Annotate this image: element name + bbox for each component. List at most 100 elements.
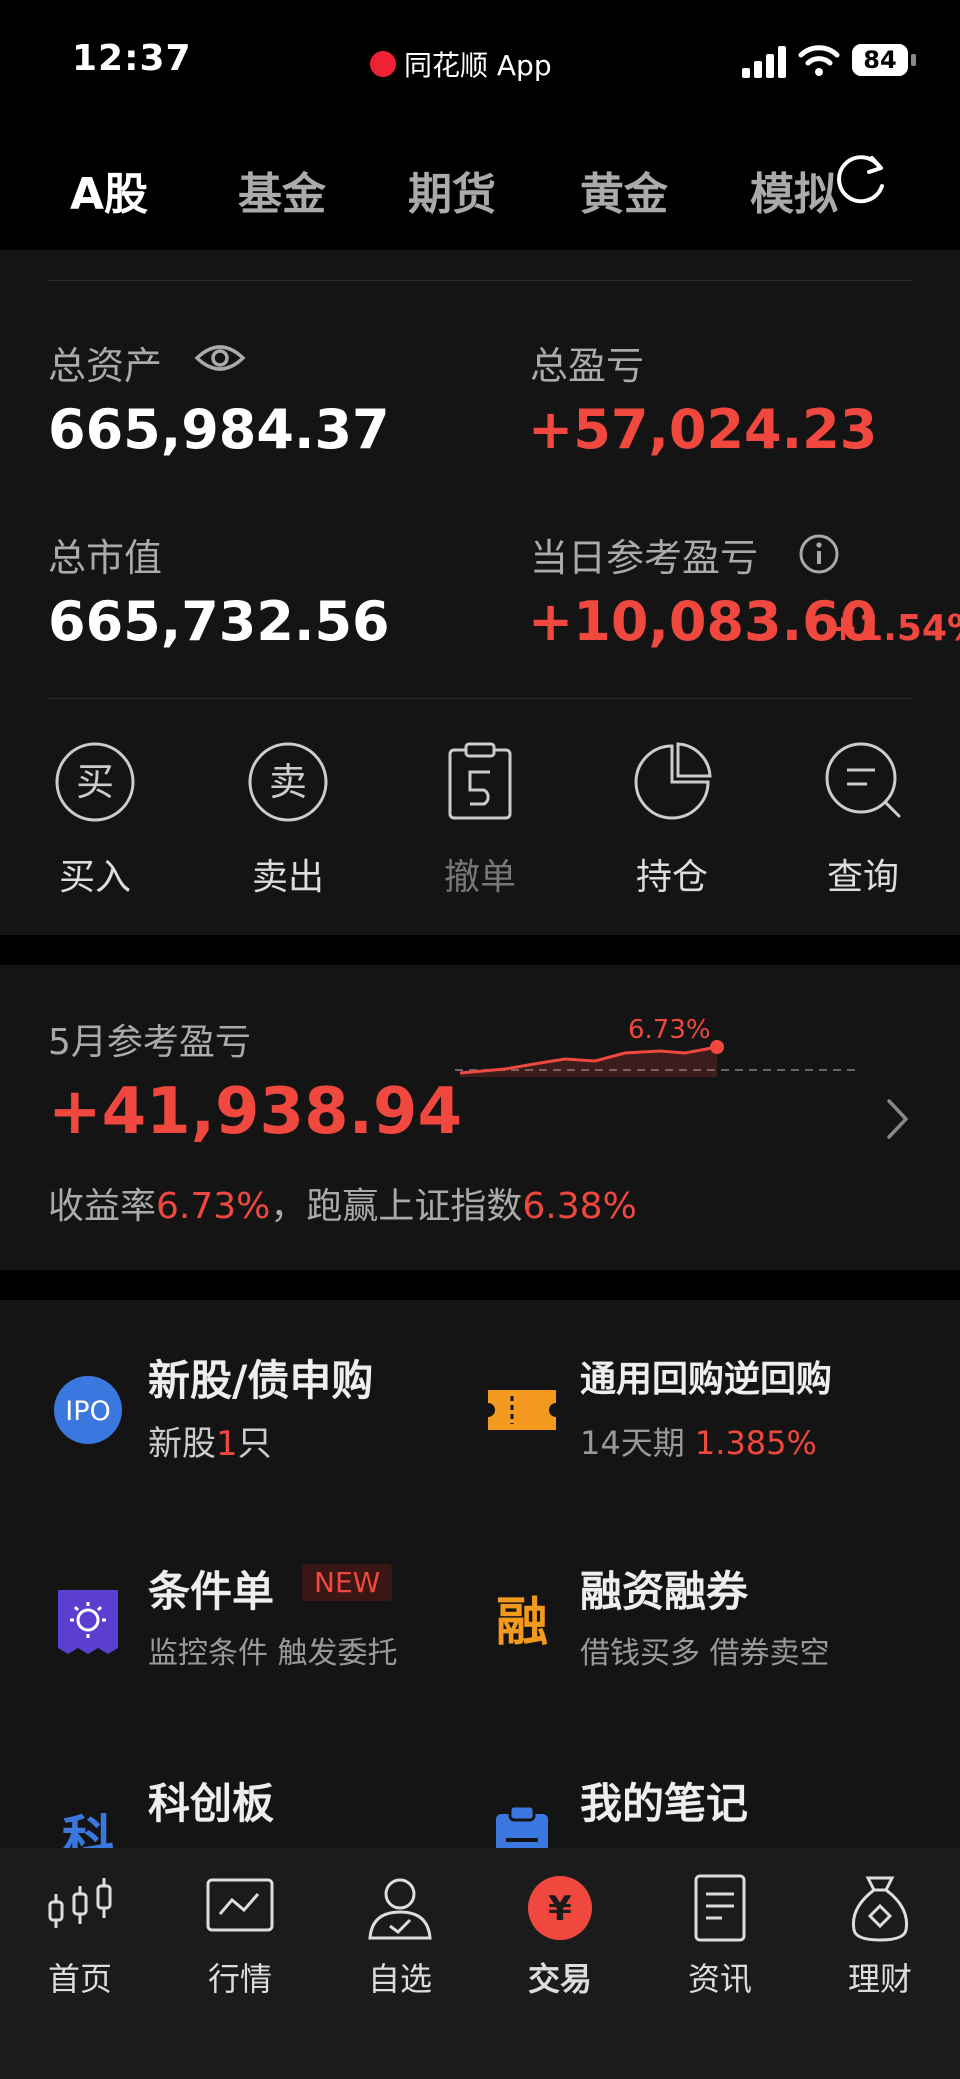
feature-title: 我的笔记 [580,1779,749,1828]
divider [48,280,912,281]
total-assets-value: 665,984.37 [48,398,390,461]
feature-subtitle: 14天期 1.385% [580,1424,817,1462]
star-icon-text: 科 [62,1811,114,1850]
nav-home[interactable]: 首页 [20,1872,140,2000]
position-pie-icon [634,742,712,820]
battery-icon: 84 [852,44,916,76]
feature-title: 新股/债申购 [148,1356,374,1405]
ipo-icon-text: IPO [65,1396,111,1427]
buy-icon: 买 [55,742,135,822]
cancel-order-label: 撤单 [443,857,516,898]
yuan-glyph: ¥ [548,1889,572,1929]
query-label: 查询 [826,857,899,898]
yuan-icon: ¥ [528,1876,592,1940]
status-time: 12:37 [72,38,192,79]
cellular-signal-icon [742,46,786,78]
wifi-icon [798,45,840,76]
sell-glyph: 卖 [269,760,307,804]
money-bag-icon [851,1876,909,1942]
nav-label: 理财 [847,1960,912,1998]
feature-my-notes[interactable]: 我的笔记 [480,1710,960,1850]
chevron-right-icon[interactable] [884,1097,912,1141]
buy-button[interactable]: 买 买入 [35,742,155,900]
divider [48,698,912,699]
top-tab-bar: A股 基金 期货 黄金 模拟 [0,120,960,250]
refresh-icon[interactable] [832,150,890,208]
buy-label: 买入 [58,857,131,898]
tab-simulation[interactable]: 模拟 [750,158,838,222]
query-button[interactable]: 查询 [803,742,923,900]
person-check-icon [368,1878,432,1940]
tab-gold[interactable]: 黄金 [580,158,668,222]
daily-pnl-percent: +1.54% [828,608,960,649]
new-badge: NEW [302,1564,393,1601]
margin-icon: 融 [496,1593,548,1653]
sell-label: 卖出 [251,857,324,898]
feature-subtitle: 监控条件 触发委托 [148,1636,398,1671]
market-value-value: 665,732.56 [48,590,390,653]
nav-trade[interactable]: ¥ 交易 [500,1872,620,2000]
app-indicator[interactable]: 同花顺 App [370,44,552,84]
total-assets-label: 总资产 [48,344,163,388]
nav-label: 自选 [367,1960,432,1998]
asset-summary-card: 总资产 665,984.37 总盈亏 +57,024.23 总市值 665,73… [0,250,960,935]
feature-star-market[interactable]: 科 科创板 [0,1710,480,1850]
query-search-icon [825,742,901,818]
monthly-pnl-value: +41,938.94 [48,1075,462,1149]
feature-title: 通用回购逆回购 [580,1359,833,1400]
cancel-order-button[interactable]: 撤单 [420,742,540,900]
nav-market[interactable]: 行情 [180,1872,300,2000]
sparkline-label: 6.73% [628,1015,711,1045]
nav-label: 资讯 [687,1960,752,1998]
return-prefix: 收益率 [48,1186,157,1227]
nav-label: 行情 [207,1960,272,1998]
bottom-nav: 首页 行情 自选 ¥ 交易 资讯 理财 [0,1848,960,2079]
candlestick-icon [48,1878,112,1928]
total-pnl-value: +57,024.23 [528,398,878,461]
daily-pnl-label: 当日参考盈亏 [530,536,759,580]
buy-glyph: 买 [76,760,114,804]
feature-condition-order[interactable]: 条件单 NEW 监控条件 触发委托 [0,1500,480,1710]
feature-title: 条件单 [148,1567,275,1616]
tab-funds[interactable]: 基金 [238,158,326,222]
beat-index-text: ，跑赢上证指数 [270,1186,523,1227]
notes-icon [496,1804,548,1850]
feature-reverse-repo[interactable]: 通用回购逆回购 14天期 1.385% [480,1300,960,1500]
news-icon [694,1874,746,1942]
sell-button[interactable]: 卖 卖出 [228,742,348,900]
feature-ipo[interactable]: IPO 新股/债申购 新股1只 [0,1300,480,1500]
features-card: IPO 新股/债申购 新股1只 通用回购逆回购 14天期 1.385% 条件单 … [0,1300,960,1850]
tab-futures[interactable]: 期货 [408,158,496,222]
nav-wealth[interactable]: 理财 [820,1872,940,2000]
nav-label: 首页 [47,1960,112,1998]
app-name: 同花顺 App [404,49,552,82]
total-pnl-label: 总盈亏 [530,344,645,388]
daily-pnl-value: +10,083.60 [528,590,878,653]
ipo-icon: IPO [54,1376,122,1444]
feature-title: 科创板 [148,1779,275,1828]
nav-news[interactable]: 资讯 [660,1872,780,2000]
cancel-order-icon [448,742,512,820]
ticket-icon [488,1390,556,1430]
feature-subtitle: 新股1只 [148,1424,272,1464]
app-logo-icon [370,51,396,77]
nav-watchlist[interactable]: 自选 [340,1872,460,2000]
return-value: 6.73% [156,1186,271,1227]
position-button[interactable]: 持仓 [612,742,732,900]
feature-margin-trading[interactable]: 融 融资融券 借钱买多 借券卖空 [480,1500,960,1710]
eye-icon[interactable] [194,338,246,378]
nav-label: 交易 [527,1960,592,1998]
monthly-pnl-card[interactable]: 5月参考盈亏 +41,938.94 收益率6.73%，跑赢上证指数6.38% 6… [0,965,960,1270]
info-icon[interactable] [798,533,840,575]
monthly-pnl-label: 5月参考盈亏 [48,1022,251,1063]
tab-a-shares[interactable]: A股 [70,158,148,222]
feature-subtitle: 借钱买多 借券卖空 [580,1636,830,1671]
chart-icon [206,1878,274,1932]
condition-order-icon [58,1590,118,1654]
monthly-return-line: 收益率6.73%，跑赢上证指数6.38% [48,1177,637,1229]
status-bar: 12:37 同花顺 App 84 [0,0,960,120]
index-return-value: 6.38% [522,1186,637,1227]
sell-icon: 卖 [248,742,328,822]
margin-icon-text: 融 [496,1593,548,1653]
market-value-label: 总市值 [48,536,163,580]
